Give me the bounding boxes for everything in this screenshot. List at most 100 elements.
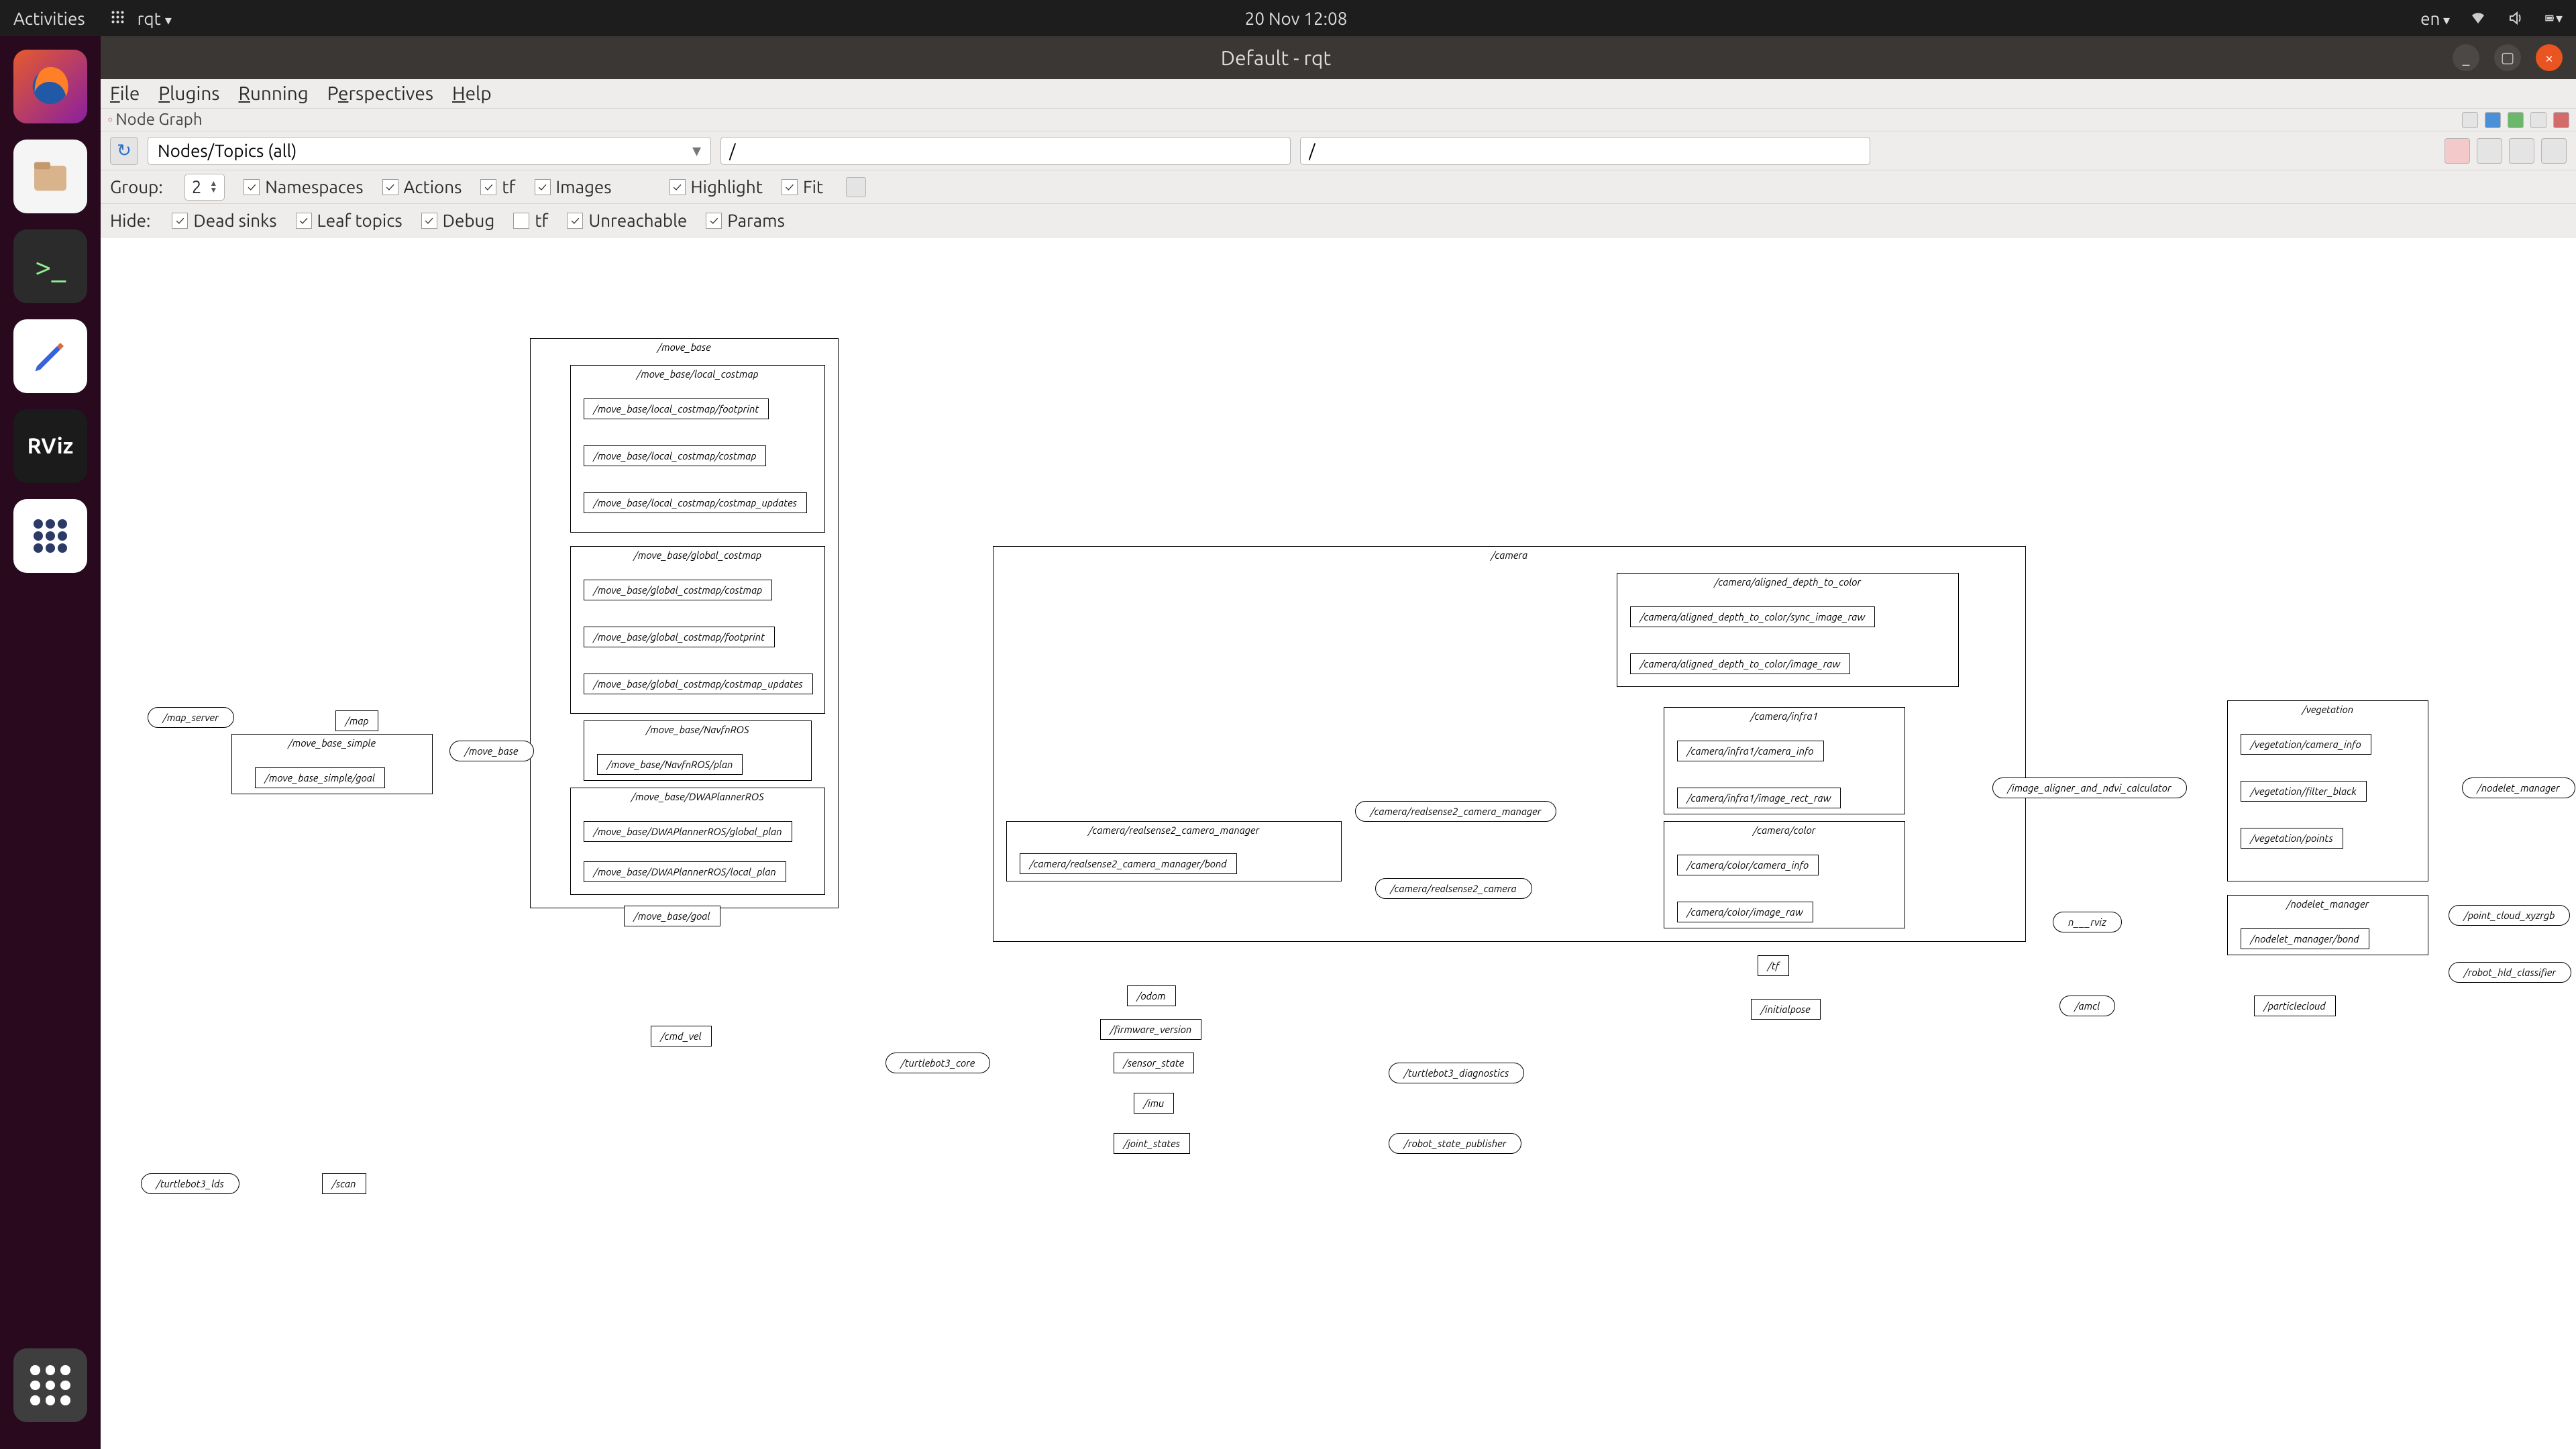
node-amcl[interactable]: /amcl (2059, 996, 2115, 1016)
node-scan[interactable]: /scan (322, 1173, 366, 1194)
chk-tf-hide[interactable]: tf (513, 211, 548, 230)
cluster-title: /move_base_simple (232, 737, 432, 749)
chk-images[interactable]: ✓Images (535, 177, 612, 197)
graph-canvas[interactable]: /move_base/move_base/local_costmap/move_… (101, 237, 2576, 1449)
node-inf_ir[interactable]: /camera/infra1/image_rect_raw (1677, 788, 1841, 808)
fit-button[interactable] (846, 177, 866, 197)
window-maximize[interactable]: ▢ (2494, 44, 2521, 71)
chk-unreachable[interactable]: ✓Unreachable (567, 211, 687, 230)
menu-file[interactable]: FFileile (110, 83, 140, 104)
group-spinbox[interactable]: 2 ▲▼ (184, 174, 225, 201)
node-mbs_goal[interactable]: /move_base_simple/goal (255, 767, 385, 788)
chk-namespaces[interactable]: ✓Namespaces (244, 177, 363, 197)
node-navfn_plan[interactable]: /move_base/NavfnROS/plan (597, 754, 743, 775)
view-btn-3[interactable] (2509, 138, 2534, 164)
chk-dead-sinks[interactable]: ✓Dead sinks (172, 211, 276, 230)
dock-firefox[interactable] (13, 50, 87, 123)
clock[interactable]: 20 Nov 12:08 (172, 9, 2420, 28)
node-lc_cm[interactable]: /move_base/local_costmap/costmap (584, 445, 766, 466)
node-dwa_gp[interactable]: /move_base/DWAPlannerROS/global_plan (584, 821, 792, 842)
menu-perspectives[interactable]: PerspectivesPerspectives (327, 83, 433, 104)
menu-plugins[interactable]: PluginsPlugins (158, 83, 219, 104)
plugin-btn-1[interactable] (2462, 112, 2478, 128)
node-rh_classifier[interactable]: /robot_hld_classifier (2449, 962, 2571, 983)
node-move_base_node[interactable]: /move_base (449, 741, 534, 761)
node-fw[interactable]: /firmware_version (1100, 1019, 1201, 1040)
node-ss[interactable]: /sensor_state (1114, 1053, 1194, 1073)
node-lc_cmu[interactable]: /move_base/local_costmap/costmap_updates (584, 492, 807, 513)
node-veg_fb[interactable]: /vegetation/filter_black (2241, 781, 2367, 802)
chk-leaf-topics[interactable]: ✓Leaf topics (296, 211, 402, 230)
node-imu[interactable]: /imu (1134, 1093, 1174, 1114)
node-mb_goal[interactable]: /move_base/goal (624, 906, 720, 926)
node-rs_bond[interactable]: /camera/realsense2_camera_manager/bond (1020, 853, 1237, 874)
plugin-btn-4[interactable] (2530, 112, 2546, 128)
view-mode-combo[interactable]: Nodes/Topics (all) (148, 137, 711, 165)
battery-icon[interactable] (2544, 9, 2563, 28)
node-tb3_diag[interactable]: /turtlebot3_diagnostics (1389, 1063, 1524, 1083)
node-col_ir[interactable]: /camera/color/image_raw (1677, 902, 1813, 922)
node-cmd_vel[interactable]: /cmd_vel (651, 1026, 712, 1046)
node-aligner[interactable]: /image_aligner_and_ndvi_calculator (1992, 777, 2187, 798)
node-pc_xyzrgb[interactable]: /point_cloud_xyzrgb (2449, 905, 2570, 926)
node-rs_camera_mgr[interactable]: /camera/realsense2_camera_manager (1355, 801, 1556, 822)
node-veg_ci[interactable]: /vegetation/camera_info (2241, 734, 2371, 755)
volume-icon[interactable] (2506, 9, 2525, 28)
node-initpose[interactable]: /initialpose (1751, 999, 1821, 1020)
view-btn-4[interactable] (2541, 138, 2567, 164)
activities-button[interactable]: Activities (13, 9, 85, 28)
chk-params[interactable]: ✓Params (706, 211, 785, 230)
node-inf_ci[interactable]: /camera/infra1/camera_info (1677, 741, 1824, 761)
node-al_raw[interactable]: /camera/aligned_depth_to_color/image_raw (1630, 653, 1850, 674)
node-col_ci[interactable]: /camera/color/camera_info (1677, 855, 1819, 875)
dock-terminal[interactable]: >_ (13, 229, 87, 303)
view-btn-2[interactable] (2477, 138, 2502, 164)
dock-text-editor[interactable] (13, 319, 87, 393)
namespace-filter-input[interactable] (720, 137, 1291, 165)
refresh-button[interactable]: ↻ (110, 137, 138, 165)
node-tb3_lds[interactable]: /turtlebot3_lds (141, 1173, 239, 1194)
dock-rviz[interactable]: RViz (13, 409, 87, 483)
node-gc_cm[interactable]: /move_base/global_costmap/costmap (584, 580, 772, 600)
menu-help[interactable]: HelpHelp (452, 83, 492, 104)
window-minimize[interactable]: _ (2453, 44, 2479, 71)
chk-actions[interactable]: ✓Actions (382, 177, 462, 197)
menu-running[interactable]: RunningRunning (238, 83, 308, 104)
node-nodelet[interactable]: /nodelet_manager (2462, 777, 2575, 798)
node-map[interactable]: /map (335, 710, 378, 731)
topic-filter-input[interactable] (1300, 137, 1870, 165)
node-odom[interactable]: /odom (1127, 985, 1176, 1006)
node-rs_camera[interactable]: /camera/realsense2_camera (1375, 878, 1532, 899)
dock-show-apps[interactable] (13, 1348, 87, 1422)
node-dwa_lp[interactable]: /move_base/DWAPlannerROS/local_plan (584, 861, 786, 882)
node-al_sync[interactable]: /camera/aligned_depth_to_color/sync_imag… (1630, 606, 1875, 627)
window-close[interactable]: × (2536, 44, 2563, 71)
node-pcloud[interactable]: /particlecloud (2254, 996, 2336, 1016)
input-lang[interactable]: en (2420, 9, 2450, 28)
dock-files[interactable] (13, 140, 87, 213)
node-veg_pts[interactable]: /vegetation/points (2241, 828, 2343, 849)
node-nm_bond[interactable]: /nodelet_manager/bond (2241, 928, 2369, 949)
node-gc_foot[interactable]: /move_base/global_costmap/footprint (584, 627, 775, 647)
view-btn-1[interactable] (2445, 138, 2470, 164)
node-map_server[interactable]: /map_server (148, 707, 234, 728)
node-js[interactable]: /joint_states (1114, 1133, 1190, 1154)
chk-fit[interactable]: ✓Fit (782, 177, 823, 197)
node-rviz[interactable]: n___rviz (2053, 912, 2122, 932)
chk-highlight[interactable]: ✓Highlight (669, 177, 763, 197)
chk-tf[interactable]: ✓tf (480, 177, 515, 197)
dock-app-6[interactable] (13, 499, 87, 573)
plugin-btn-2[interactable] (2485, 112, 2501, 128)
node-tf_topic[interactable]: /tf (1758, 955, 1789, 976)
chk-debug[interactable]: ✓Debug (421, 211, 495, 230)
ubuntu-dock: >_ RViz (0, 36, 101, 1449)
node-gc_cmu[interactable]: /move_base/global_costmap/costmap_update… (584, 674, 813, 694)
node-rsp[interactable]: /robot_state_publisher (1389, 1133, 1521, 1154)
spin-arrows[interactable]: ▲▼ (209, 180, 217, 194)
network-icon[interactable] (2469, 9, 2487, 28)
active-app-menu[interactable]: rqt (111, 9, 172, 28)
node-lc_foot[interactable]: /move_base/local_costmap/footprint (584, 398, 769, 419)
plugin-btn-close[interactable] (2553, 112, 2569, 128)
node-tb3_core[interactable]: /turtlebot3_core (885, 1053, 990, 1073)
plugin-btn-3[interactable] (2508, 112, 2524, 128)
